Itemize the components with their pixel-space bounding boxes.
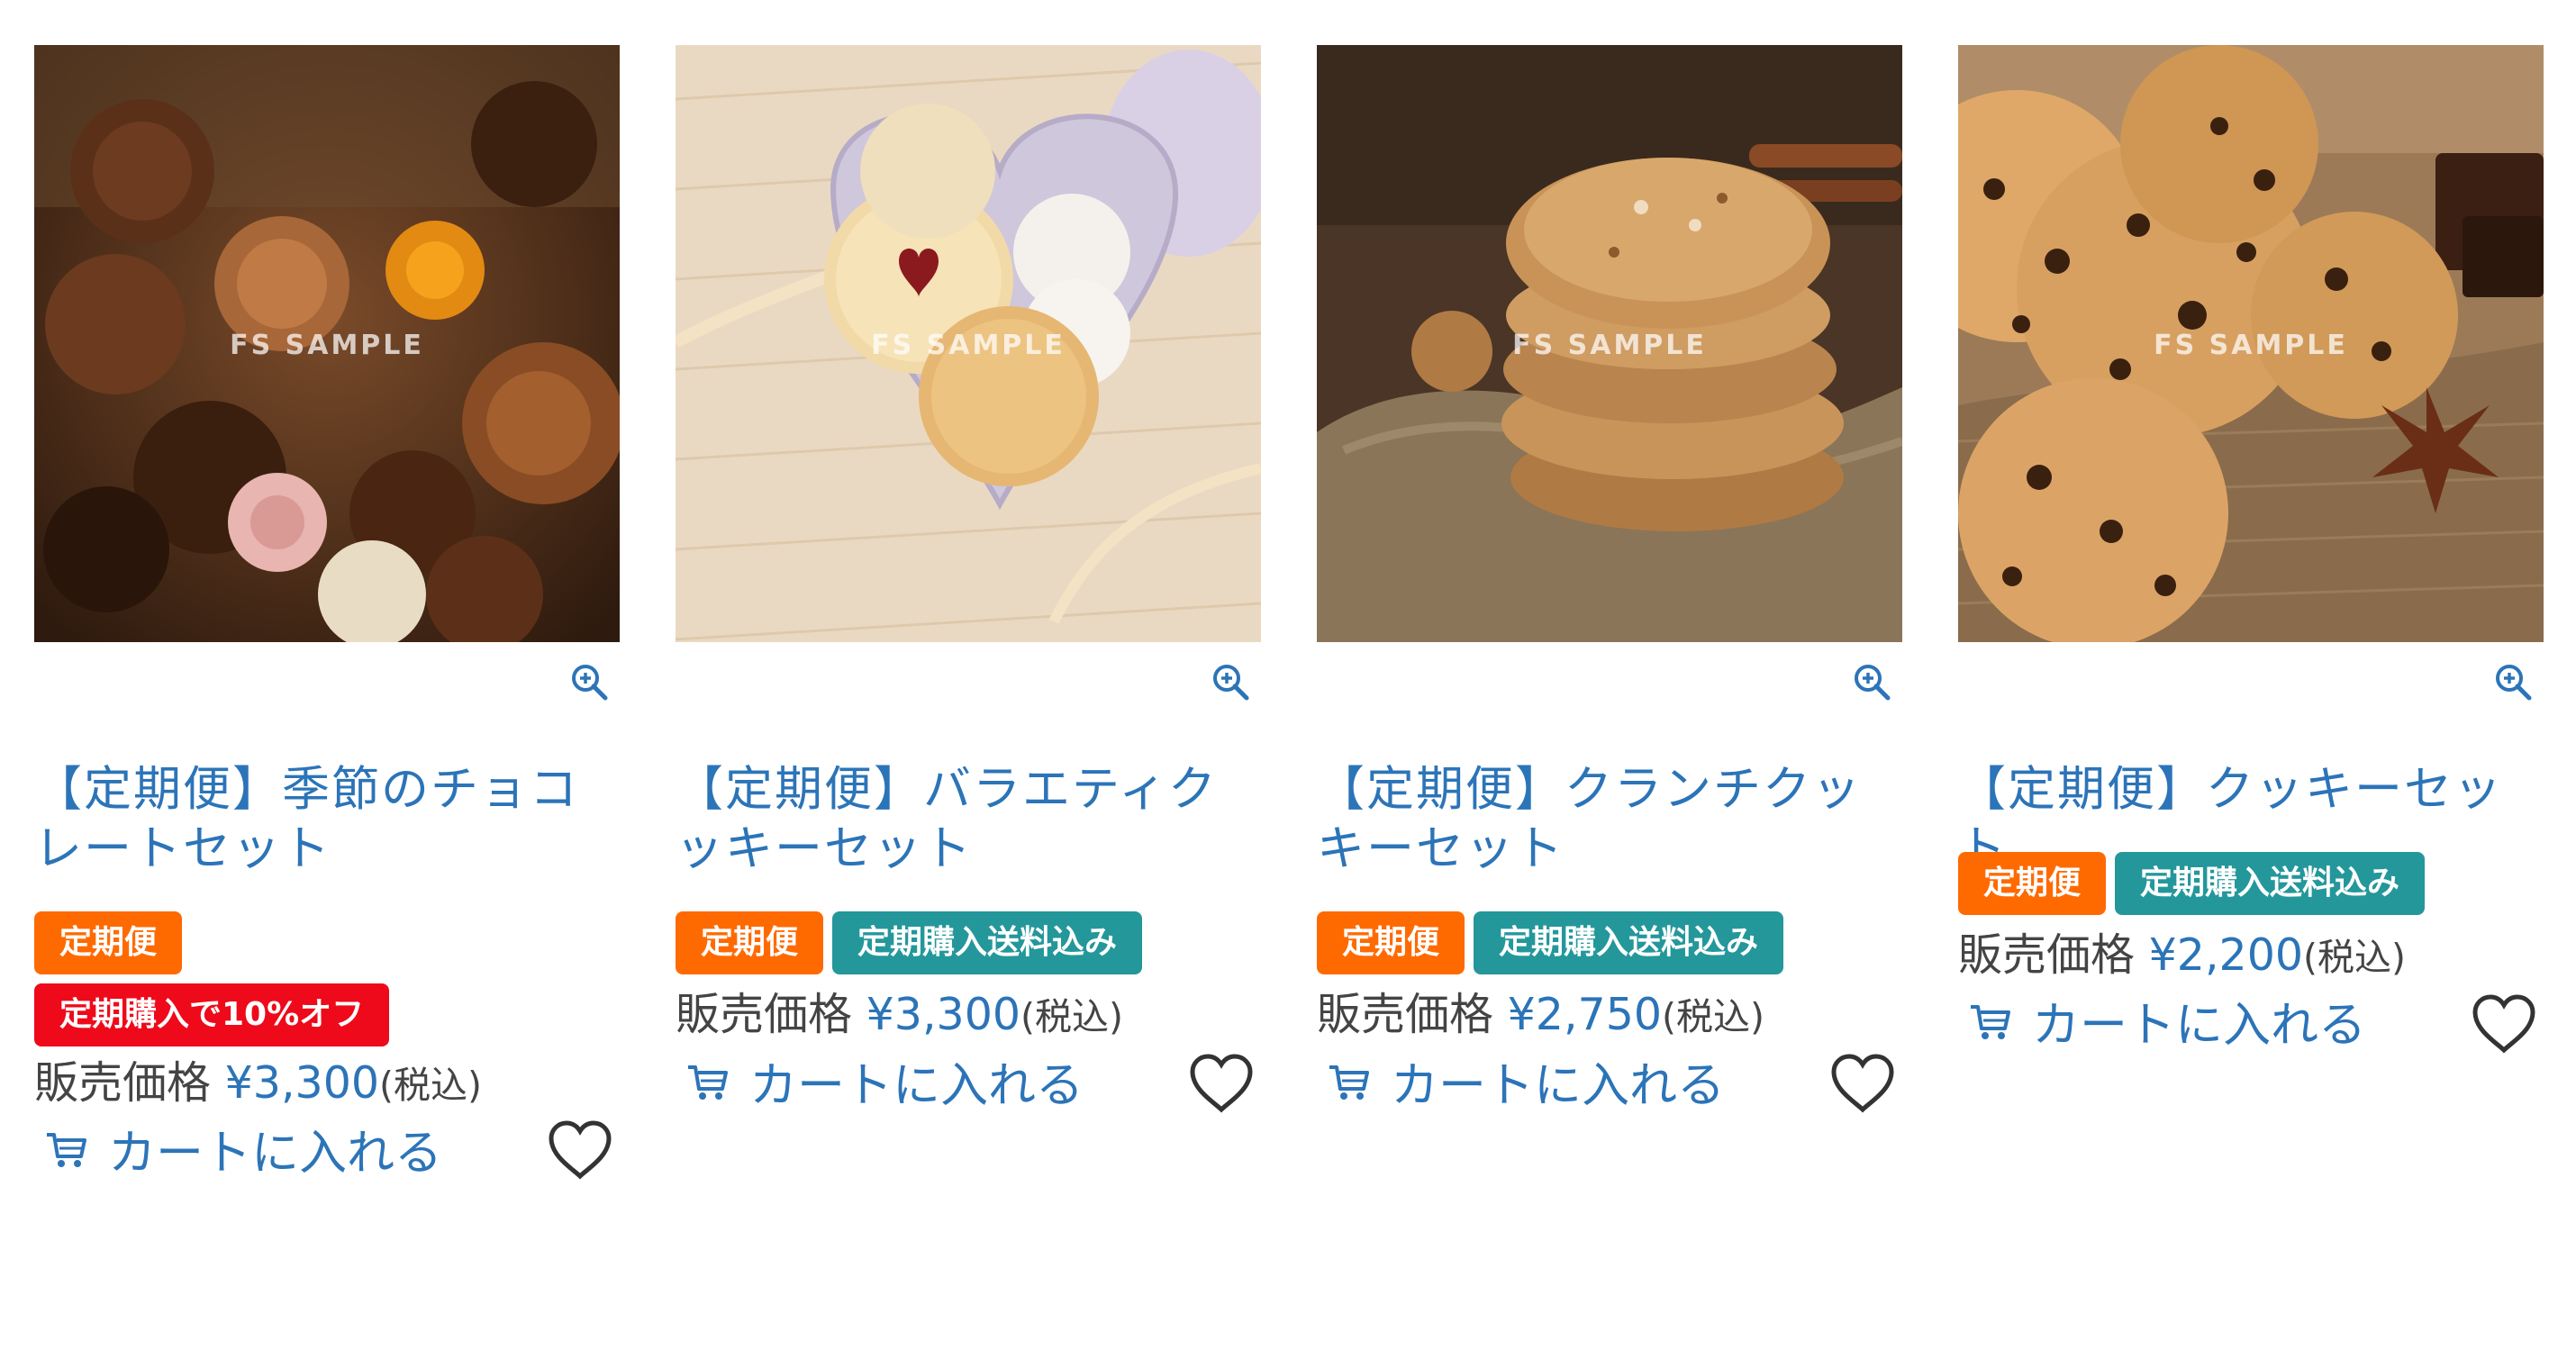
tax-label: (税込) xyxy=(379,1064,483,1107)
sample-watermark: FS SAMPLE xyxy=(230,330,424,361)
product-card: FS SAMPLE 【定期便】バラエティクッキーセット 定期便 定期購入送料込み… xyxy=(676,45,1261,1113)
product-title[interactable]: 【定期便】バラエティクッキーセット xyxy=(676,760,1261,879)
cart-icon xyxy=(688,1065,728,1100)
heart-outline-icon[interactable] xyxy=(1828,1052,1897,1115)
price-label: 販売価格 xyxy=(676,989,853,1040)
price: 販売価格 ¥3,300(税込) xyxy=(34,1047,482,1111)
price: 販売価格 ¥2,750(税込) xyxy=(1317,979,1764,1043)
add-to-cart-label: カートに入れる xyxy=(1391,1058,1725,1113)
product-tags: 定期便 定期購入送料込み xyxy=(1958,852,2544,915)
product-tags: 定期便 定期購入送料込み xyxy=(676,911,1261,974)
price-label: 販売価格 xyxy=(1317,989,1494,1040)
price-value: ¥2,200 xyxy=(2148,929,2304,981)
tag-subscription: 定期便 xyxy=(34,911,183,974)
add-to-cart-button[interactable]: カートに入れる xyxy=(34,1115,442,1183)
zoom-in-icon[interactable] xyxy=(1209,660,1252,703)
product-card: FS SAMPLE 【定期便】季節のチョコレートセット 定期便 定期購入で10%… xyxy=(34,45,620,1181)
price: 販売価格 ¥3,300(税込) xyxy=(676,979,1123,1043)
product-image[interactable]: FS SAMPLE xyxy=(676,45,1261,642)
tax-label: (税込) xyxy=(1020,995,1124,1038)
sample-watermark: FS SAMPLE xyxy=(1512,330,1707,361)
tag-subscription: 定期便 xyxy=(1958,852,2107,915)
add-to-cart-label: カートに入れる xyxy=(108,1126,442,1181)
heart-outline-icon[interactable] xyxy=(2470,992,2538,1055)
heart-outline-icon[interactable] xyxy=(546,1119,614,1182)
sample-watermark: FS SAMPLE xyxy=(871,330,1066,361)
zoom-in-icon[interactable] xyxy=(1850,660,1893,703)
product-tags: 定期便 定期購入で10%オフ xyxy=(34,911,458,1046)
price-value: ¥3,300 xyxy=(866,989,1021,1040)
product-image[interactable]: FS SAMPLE xyxy=(1317,45,1902,642)
tax-label: (税込) xyxy=(1662,995,1765,1038)
product-title[interactable]: 【定期便】クランチクッキーセット xyxy=(1317,760,1902,879)
price-label: 販売価格 xyxy=(34,1057,212,1109)
add-to-cart-label: カートに入れる xyxy=(749,1058,1084,1113)
product-title[interactable]: 【定期便】季節のチョコレートセット xyxy=(34,760,620,879)
tag-subscription: 定期便 xyxy=(1317,911,1465,974)
cart-icon xyxy=(1329,1065,1369,1100)
zoom-in-icon[interactable] xyxy=(2491,660,2535,703)
heart-outline-icon[interactable] xyxy=(1187,1052,1256,1115)
tag-shipping-included: 定期購入送料込み xyxy=(2115,852,2426,915)
cart-icon xyxy=(47,1133,86,1167)
tag-shipping-included: 定期購入送料込み xyxy=(832,911,1143,974)
cart-icon xyxy=(1971,1005,2010,1039)
add-to-cart-button[interactable]: カートに入れる xyxy=(676,1047,1084,1116)
add-to-cart-button[interactable]: カートに入れる xyxy=(1317,1047,1725,1116)
tax-label: (税込) xyxy=(2303,936,2407,979)
sample-watermark: FS SAMPLE xyxy=(2154,330,2348,361)
price-label: 販売価格 xyxy=(1958,929,2136,981)
tag-discount: 定期購入で10%オフ xyxy=(34,983,390,1046)
product-image[interactable]: FS SAMPLE xyxy=(1958,45,2544,642)
price: 販売価格 ¥2,200(税込) xyxy=(1958,920,2406,983)
product-image[interactable]: FS SAMPLE xyxy=(34,45,620,642)
tag-shipping-included: 定期購入送料込み xyxy=(1474,911,1784,974)
price-value: ¥2,750 xyxy=(1507,989,1663,1040)
add-to-cart-button[interactable]: カートに入れる xyxy=(1958,987,2366,1055)
product-tags: 定期便 定期購入送料込み xyxy=(1317,911,1902,974)
price-value: ¥3,300 xyxy=(224,1057,380,1109)
zoom-in-icon[interactable] xyxy=(567,660,611,703)
tag-subscription: 定期便 xyxy=(676,911,824,974)
product-card: FS SAMPLE 【定期便】クランチクッキーセット 定期便 定期購入送料込み … xyxy=(1317,45,1902,1113)
add-to-cart-label: カートに入れる xyxy=(2032,998,2366,1053)
product-card: FS SAMPLE 【定期便】クッキーセット 定期便 定期購入送料込み 販売価格… xyxy=(1958,45,2544,1054)
